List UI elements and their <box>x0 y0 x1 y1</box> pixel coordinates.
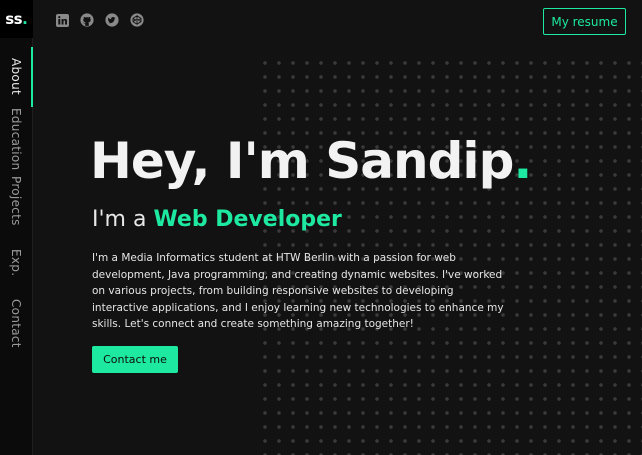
portfolio-page: ss. About Education Projects Exp. Contac… <box>0 0 642 455</box>
logo-text: ss <box>5 10 23 28</box>
nav-item-label: Contact <box>9 298 23 348</box>
hero-title-text: Hey, I'm Sandip <box>90 132 514 190</box>
bio-paragraph: I'm a Media Informatics student at HTW B… <box>92 252 504 330</box>
resume-button[interactable]: My resume <box>543 8 626 35</box>
twitter-icon[interactable] <box>105 13 119 27</box>
nav-item-contact[interactable]: Contact <box>0 298 32 348</box>
site-logo[interactable]: ss. <box>0 0 33 38</box>
codepen-icon[interactable] <box>130 13 144 27</box>
social-links <box>55 13 144 27</box>
nav-item-experience[interactable]: Exp. <box>0 248 32 278</box>
logo-dot: . <box>22 10 28 28</box>
subtitle-prefix: I'm a <box>92 207 154 232</box>
nav-item-education[interactable]: Education <box>0 108 32 170</box>
nav-item-about[interactable]: About <box>0 52 32 100</box>
hero-subtitle: I'm a Web Developer <box>92 207 342 232</box>
nav-item-label: Exp. <box>9 249 23 277</box>
nav-item-label: Education <box>9 107 23 171</box>
role-text: Web Developer <box>153 207 342 232</box>
hero-title: Hey, I'm Sandip. <box>90 132 532 190</box>
side-navigation: ss. About Education Projects Exp. Contac… <box>0 0 33 455</box>
linkedin-icon[interactable] <box>55 13 69 27</box>
github-icon[interactable] <box>80 13 94 27</box>
nav-item-label: About <box>9 57 23 95</box>
nav-item-projects[interactable]: Projects <box>0 176 32 226</box>
nav-item-label: Projects <box>9 176 23 226</box>
contact-button[interactable]: Contact me <box>92 346 178 373</box>
hero-title-dot: . <box>513 132 532 190</box>
